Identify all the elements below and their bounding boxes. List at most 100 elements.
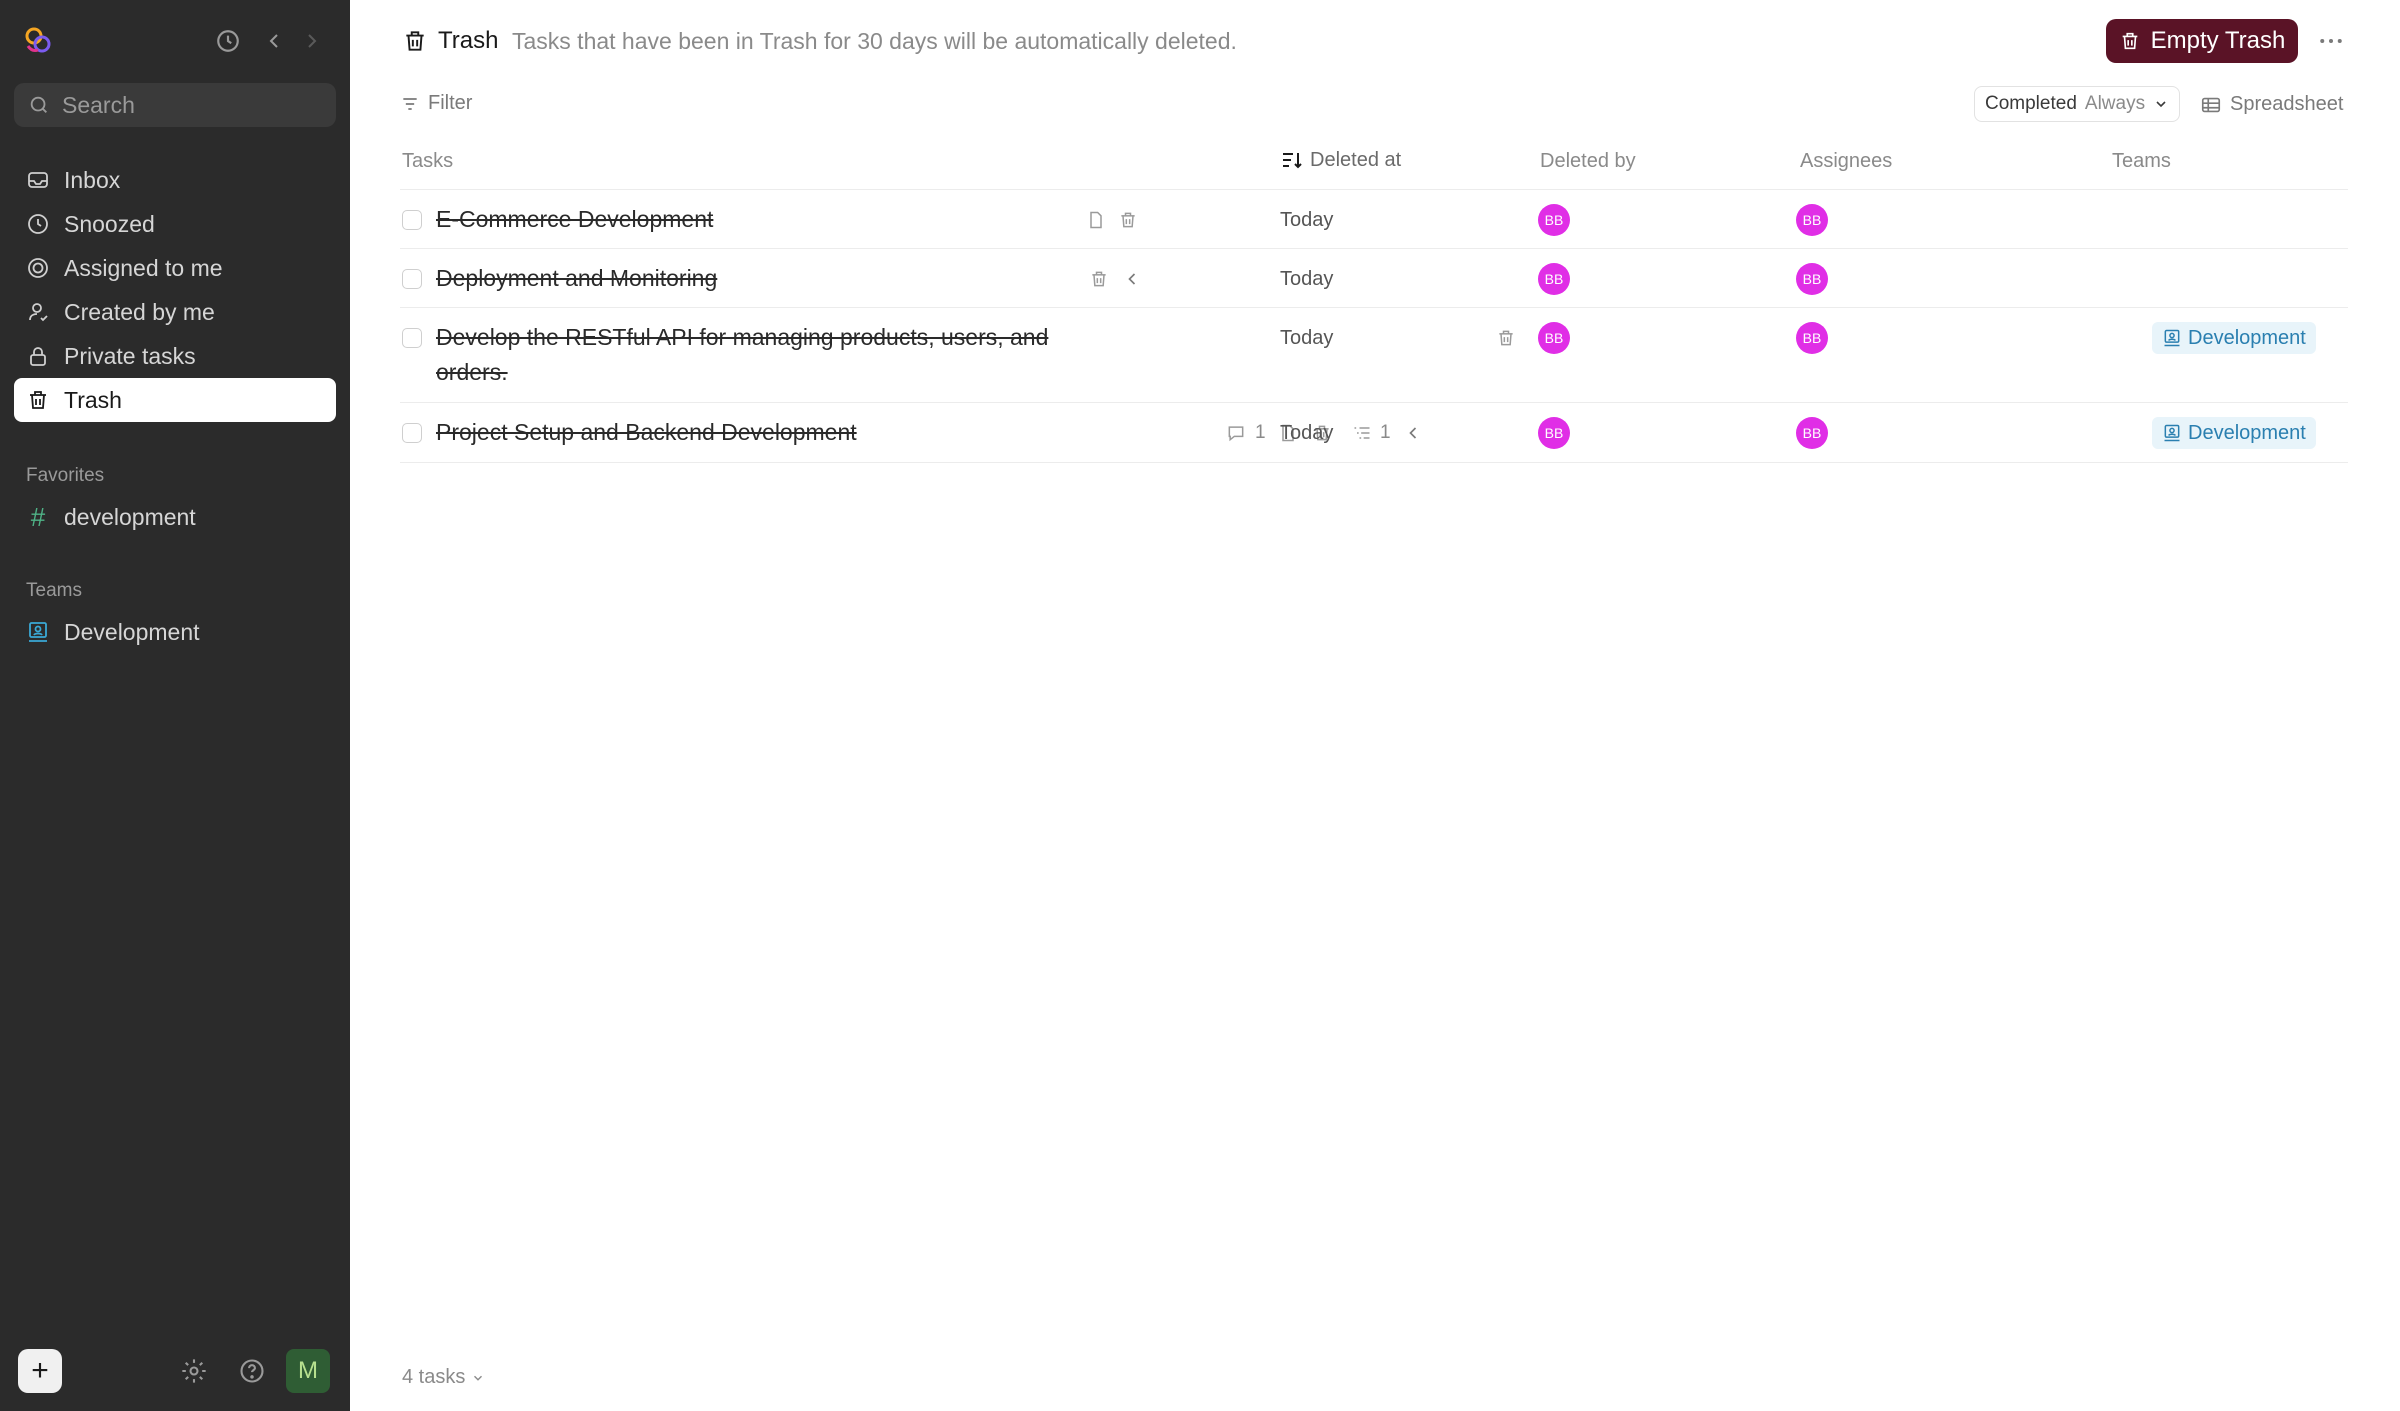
assignee-avatar[interactable]: BB [1796, 204, 1828, 236]
task-title-line: Develop the RESTful API for managing pro… [436, 324, 1049, 350]
column-header-deleted-by[interactable]: Deleted by [1540, 150, 1636, 173]
empty-trash-button[interactable]: Empty Trash [2106, 19, 2298, 63]
comment-icon [1228, 426, 1244, 442]
team-tag[interactable]: Development [2152, 417, 2316, 449]
deleted-at-cell: Today [1280, 422, 1334, 444]
deleted-by-avatar[interactable]: BB [1538, 322, 1570, 354]
sort-descending-icon [1283, 153, 1302, 169]
sidebar-item-private-tasks[interactable]: Private tasks [14, 334, 336, 378]
chevron-down-icon [474, 1375, 483, 1381]
sidebar-item-label: Private tasks [64, 342, 196, 369]
more-options-icon[interactable] [2316, 26, 2346, 56]
task-count-dropdown[interactable]: 4 tasks [402, 1366, 485, 1389]
team-tag-label: Development [2188, 326, 2306, 349]
team-icon [2164, 424, 2180, 442]
filter-icon [403, 97, 417, 110]
help-icon[interactable] [238, 1357, 266, 1385]
assignee-avatar[interactable]: BB [1796, 322, 1828, 354]
trash-icon [2122, 32, 2137, 50]
favorite-item-development[interactable]: # development [14, 495, 336, 539]
completed-filter-key: Completed [1985, 93, 2077, 114]
table-row[interactable]: E-Commerce Development Today BB BB [400, 190, 2348, 249]
deleted-at-cell: Today [1280, 327, 1334, 349]
document-icon [1090, 211, 1102, 229]
team-item-development[interactable]: Development [14, 610, 336, 654]
chevron-left-icon[interactable] [1403, 423, 1423, 443]
sidebar-nav: Inbox Snoozed Assigned to me Created by … [14, 158, 336, 422]
favorites-section-label: Favorites [26, 465, 105, 486]
sidebar-item-trash[interactable]: Trash [14, 378, 336, 422]
sidebar-item-inbox[interactable]: Inbox [14, 158, 336, 202]
column-header-deleted-at[interactable]: Deleted at [1280, 148, 1401, 172]
column-header-tasks[interactable]: Tasks [402, 150, 453, 173]
page-subtitle: Tasks that have been in Trash for 30 day… [512, 28, 1237, 54]
deleted-at-cell: Today [1280, 268, 1334, 290]
task-checkbox[interactable] [402, 210, 422, 230]
task-count-label: 4 tasks [402, 1366, 466, 1388]
page-title: Trash [438, 27, 499, 54]
task-title[interactable]: E-Commerce Development [436, 202, 713, 237]
empty-trash-label: Empty Trash [2150, 27, 2286, 54]
subtask-count: 1 [1380, 422, 1391, 443]
sidebar-item-snoozed[interactable]: Snoozed [14, 202, 336, 246]
filter-label: Filter [428, 92, 473, 114]
table-row[interactable]: Project Setup and Backend Development 1 … [400, 403, 2348, 463]
user-avatar[interactable]: M [286, 1349, 330, 1393]
search-input[interactable] [62, 91, 322, 119]
column-header-label: Deleted at [1310, 148, 1402, 171]
table-row[interactable]: Deployment and Monitoring Today BB BB [400, 249, 2348, 308]
assignee-avatar[interactable]: BB [1796, 263, 1828, 295]
target-icon [28, 258, 48, 278]
search-icon [30, 96, 47, 113]
table-header: Tasks Deleted at Deleted by Assignees Te… [400, 140, 2348, 190]
deleted-by-avatar[interactable]: BB [1538, 417, 1570, 449]
teams-section-label: Teams [26, 580, 82, 601]
sidebar-item-assigned-to-me[interactable]: Assigned to me [14, 246, 336, 290]
deleted-by-avatar[interactable]: BB [1538, 204, 1570, 236]
forward-chevron-icon[interactable] [300, 28, 324, 54]
filter-button[interactable]: Filter [400, 92, 472, 115]
comment-count: 1 [1255, 422, 1266, 443]
team-icon [2164, 329, 2180, 347]
trash-icon[interactable] [1118, 210, 1138, 230]
trash-icon [30, 391, 46, 409]
app-logo-icon[interactable] [22, 24, 54, 56]
main-content: Trash Tasks that have been in Trash for … [350, 0, 2400, 1411]
trash-icon[interactable] [1496, 328, 1516, 348]
column-header-assignees[interactable]: Assignees [1800, 150, 1892, 173]
task-checkbox[interactable] [402, 269, 422, 289]
assignee-avatar[interactable]: BB [1796, 417, 1828, 449]
trash-icon [406, 31, 424, 51]
task-checkbox[interactable] [402, 423, 422, 443]
task-title-line: orders. [436, 359, 508, 385]
chevron-down-icon [2156, 101, 2166, 108]
gear-icon[interactable] [180, 1357, 208, 1385]
sidebar: Inbox Snoozed Assigned to me Created by … [0, 0, 350, 1411]
completed-filter-dropdown[interactable]: Completed Always [1974, 86, 2181, 122]
add-button[interactable]: + [18, 1349, 62, 1393]
lock-icon [30, 347, 46, 366]
sidebar-item-label: Snoozed [64, 210, 155, 237]
subtasks-icon [1354, 427, 1370, 439]
trash-icon[interactable] [1089, 269, 1109, 289]
task-title[interactable]: Project Setup and Backend Development [436, 415, 857, 450]
hash-icon: # [30, 501, 46, 532]
column-header-teams[interactable]: Teams [2112, 150, 2171, 173]
chevron-left-icon[interactable] [1122, 269, 1142, 289]
history-icon[interactable] [215, 28, 241, 54]
clock-icon [28, 214, 48, 234]
back-chevron-icon[interactable] [262, 28, 286, 54]
inbox-icon [28, 172, 48, 188]
sidebar-item-created-by-me[interactable]: Created by me [14, 290, 336, 334]
task-title[interactable]: Develop the RESTful API for managing pro… [436, 320, 1048, 390]
deleted-by-avatar[interactable]: BB [1538, 263, 1570, 295]
view-spreadsheet-button[interactable]: Spreadsheet [2200, 93, 2343, 116]
task-checkbox[interactable] [402, 328, 422, 348]
task-title[interactable]: Deployment and Monitoring [436, 261, 717, 296]
table-row[interactable]: Develop the RESTful API for managing pro… [400, 308, 2348, 403]
team-icon [29, 622, 47, 642]
search-box[interactable] [14, 83, 336, 127]
sidebar-item-label: Inbox [64, 166, 121, 193]
team-tag[interactable]: Development [2152, 322, 2316, 354]
user-icon [29, 303, 48, 322]
